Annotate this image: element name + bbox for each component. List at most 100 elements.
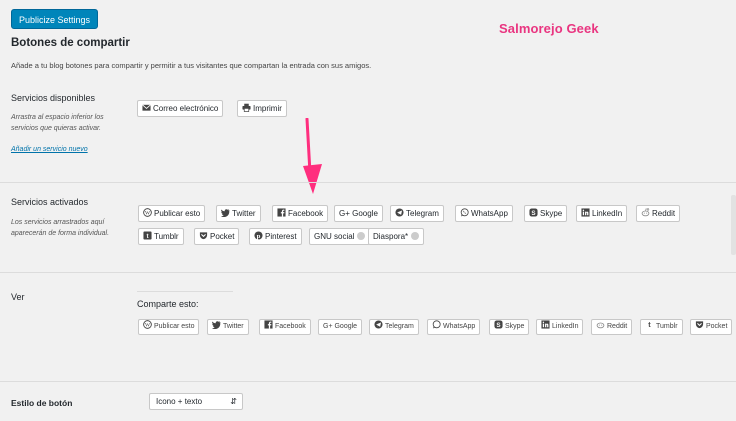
service-gnu-social[interactable]: GNU social <box>309 228 371 245</box>
preview-whatsapp[interactable]: WhatsApp <box>427 319 481 335</box>
service-wordpress[interactable]: W Publicar esto <box>138 205 206 222</box>
tumblr-icon: t <box>645 320 654 329</box>
remove-icon[interactable] <box>357 232 366 240</box>
available-services-label: Servicios disponibles <box>11 93 96 103</box>
service-twitter[interactable]: Twitter <box>216 205 261 222</box>
reddit-icon <box>596 320 605 329</box>
divider <box>137 291 233 292</box>
reddit-icon <box>641 207 650 217</box>
svg-text:S: S <box>496 322 500 329</box>
preview-twitter[interactable]: Twitter <box>207 319 249 335</box>
pocket-icon <box>695 320 704 329</box>
service-pocket[interactable]: Pocket <box>194 228 240 245</box>
annotation-arrow <box>303 117 323 195</box>
service-label: Diaspora* <box>373 232 409 241</box>
preview-googleplus[interactable]: G+ Google <box>318 319 363 335</box>
service-label: GNU social <box>314 232 355 241</box>
service-label: Tumblr <box>154 232 179 241</box>
service-label: Correo electrónico <box>153 104 219 113</box>
preview-telegram[interactable]: Telegram <box>369 319 419 335</box>
service-pinterest[interactable]: p Pinterest <box>249 228 302 245</box>
facebook-icon <box>277 207 286 217</box>
service-label: Reddit <box>652 209 676 218</box>
linkedin-icon <box>541 320 550 329</box>
scrollbar[interactable] <box>731 195 736 255</box>
wordpress-icon: W <box>143 207 152 217</box>
service-mail[interactable]: Correo electrónico <box>137 100 224 117</box>
divider <box>0 182 736 183</box>
active-services-help: Los servicios arrastrados aquí aparecerá… <box>11 219 110 237</box>
active-services-label: Servicios activados <box>11 197 89 207</box>
printer-icon <box>242 102 251 112</box>
svg-text:p: p <box>257 233 261 240</box>
service-label: LinkedIn <box>592 209 623 218</box>
service-label: Publicar esto <box>154 323 195 330</box>
service-label: Facebook <box>275 323 306 330</box>
service-diaspora[interactable]: Diaspora* <box>368 228 425 245</box>
service-whatsapp[interactable]: WhatsApp <box>455 205 513 222</box>
whatsapp-icon <box>432 320 441 329</box>
preview-reddit[interactable]: Reddit <box>591 319 633 335</box>
preview-label: Ver <box>11 292 25 302</box>
service-label: Telegram <box>406 209 439 218</box>
service-label: Publicar esto <box>154 209 201 218</box>
skype-icon: S <box>529 207 538 217</box>
service-label: Skype <box>540 209 563 218</box>
button-style-value: Icono + texto <box>156 397 203 406</box>
skype-icon: S <box>494 320 503 329</box>
facebook-icon <box>264 320 273 329</box>
twitter-icon <box>220 207 230 218</box>
page-title: Botones de compartir <box>11 37 130 49</box>
service-linkedin[interactable]: LinkedIn <box>576 205 628 222</box>
service-label: Pinterest <box>265 232 297 241</box>
publicize-settings-button[interactable]: Publicize Settings <box>11 9 99 29</box>
service-label: Telegram <box>385 323 414 330</box>
service-facebook[interactable]: Facebook <box>272 205 329 222</box>
service-label: Twitter <box>232 209 256 218</box>
button-style-label: Estilo de botón <box>11 398 73 408</box>
divider <box>0 272 736 273</box>
remove-icon[interactable] <box>411 232 420 240</box>
preview-facebook[interactable]: Facebook <box>259 319 311 335</box>
preview-linkedin[interactable]: LinkedIn <box>536 319 584 335</box>
service-label: Pocket <box>210 232 235 241</box>
add-service-link[interactable]: Añadir un servicio nuevo <box>11 146 88 153</box>
preview-wordpress[interactable]: W Publicar esto <box>138 319 200 335</box>
pinterest-icon: p <box>254 230 263 240</box>
page-description: Añade a tu blog botones para compartir y… <box>11 61 372 70</box>
pocket-icon <box>199 230 208 240</box>
watermark-text: Salmorejo Geek <box>499 21 599 36</box>
linkedin-icon <box>581 207 590 217</box>
select-arrow-icon: ⇵ <box>230 397 237 406</box>
service-label: G+ Google <box>323 323 358 330</box>
button-style-select[interactable]: Icono + texto ⇵ <box>149 393 243 410</box>
service-label: Reddit <box>607 323 628 330</box>
service-label: Pocket <box>706 323 728 330</box>
service-telegram[interactable]: Telegram <box>390 205 444 222</box>
service-label: G+ Google <box>339 209 378 218</box>
service-label: Imprimir <box>253 104 282 113</box>
twitter-icon <box>211 320 221 330</box>
telegram-icon <box>374 320 383 329</box>
preview-pocket[interactable]: Pocket <box>690 319 733 335</box>
service-googleplus[interactable]: G+ Google <box>334 205 383 222</box>
service-label: WhatsApp <box>471 209 508 218</box>
service-tumblr[interactable]: t Tumblr <box>138 228 184 245</box>
service-label: Tumblr <box>656 323 678 330</box>
service-label: LinkedIn <box>552 323 579 330</box>
svg-text:S: S <box>531 210 535 217</box>
service-label: Facebook <box>288 209 324 218</box>
telegram-icon <box>395 207 404 217</box>
service-label: Skype <box>505 323 525 330</box>
svg-text:t: t <box>648 320 651 329</box>
divider <box>0 381 736 382</box>
share-title: Comparte esto: <box>137 299 199 309</box>
preview-skype[interactable]: S Skype <box>489 319 530 335</box>
service-print[interactable]: Imprimir <box>237 100 287 117</box>
mail-icon <box>142 102 151 111</box>
service-label: WhatsApp <box>443 323 476 330</box>
preview-tumblr[interactable]: t Tumblr <box>640 319 683 335</box>
service-label: Twitter <box>223 323 244 330</box>
service-reddit[interactable]: Reddit <box>636 205 681 222</box>
service-skype[interactable]: S Skype <box>524 205 568 222</box>
